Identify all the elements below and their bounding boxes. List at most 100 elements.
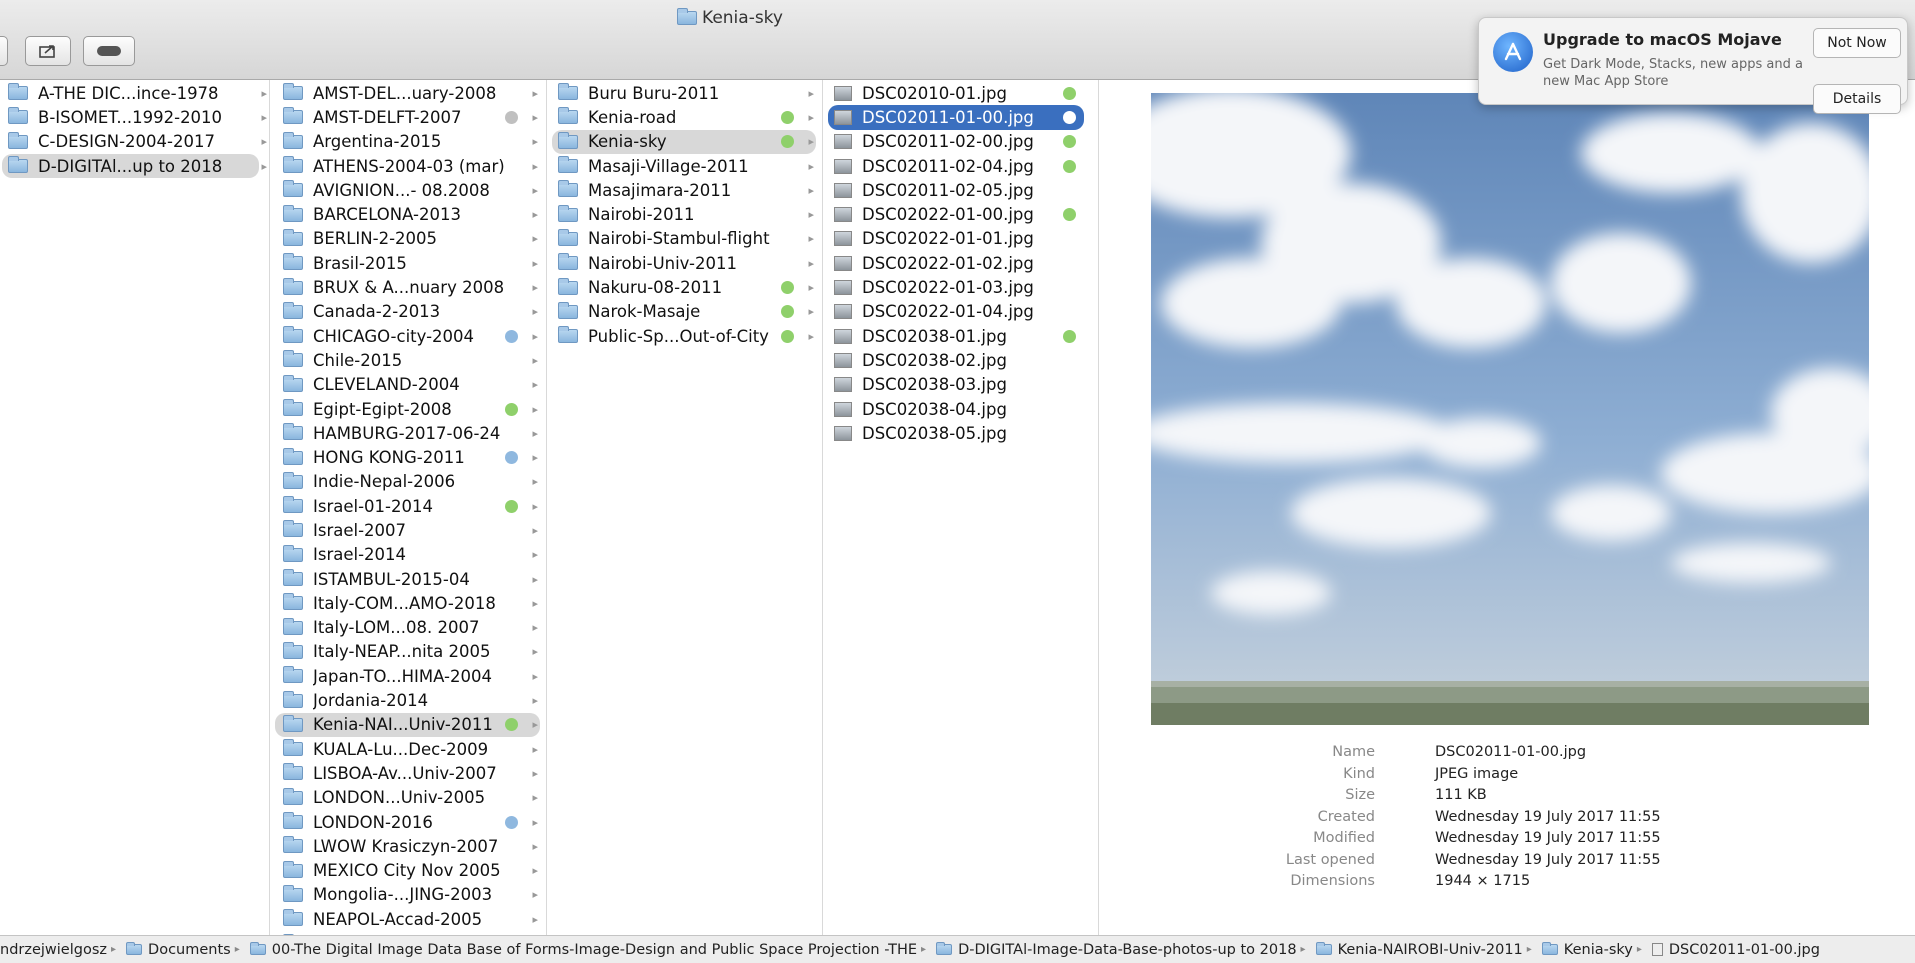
folder-row[interactable]: Nairobi-Univ-2011 ▸ bbox=[552, 251, 816, 275]
folder-row[interactable]: ISTAMBUL-2015-04 ▸ bbox=[275, 567, 540, 591]
file-row[interactable]: DSC02038-03.jpg bbox=[828, 373, 1084, 397]
file-row[interactable]: DSC02010-01.jpg bbox=[828, 81, 1084, 105]
folder-row[interactable]: Kenia-road ▸ bbox=[552, 105, 816, 129]
folder-row[interactable]: Kenia-sky ▸ bbox=[552, 129, 816, 154]
path-separator-icon: ▸ bbox=[1636, 944, 1642, 955]
path-crumb[interactable]: D-DIGITAl-Image-Data-Base-photos-up to 2… bbox=[930, 942, 1297, 958]
folder-row[interactable]: Japan-TO...HIMA-2004 ▸ bbox=[275, 664, 540, 688]
disclosure-arrow-icon: ▸ bbox=[532, 208, 538, 222]
disclosure-arrow-icon: ▸ bbox=[808, 305, 814, 319]
file-row[interactable]: DSC02022-01-00.jpg bbox=[828, 202, 1084, 226]
column-level-4[interactable]: DSC02010-01.jpg DSC02011-01-00.jpg DSC0201… bbox=[824, 80, 1099, 935]
folder-row[interactable]: Nairobi-2011 ▸ bbox=[552, 202, 816, 226]
file-row[interactable]: DSC02022-01-01.jpg bbox=[828, 227, 1084, 251]
folder-row[interactable]: A-THE DIC...ince-1978 ▸ bbox=[2, 81, 267, 105]
folder-row-label: Italy-COM...AMO-2018 bbox=[313, 593, 496, 613]
folder-row[interactable]: Masajimara-2011 ▸ bbox=[552, 178, 816, 202]
folder-icon bbox=[283, 884, 303, 902]
folder-row-label: A-THE DIC...ince-1978 bbox=[38, 83, 219, 103]
folder-row[interactable]: Indie-Nepal-2006 ▸ bbox=[275, 470, 540, 494]
folder-row-label: Israel-01-2014 bbox=[313, 496, 433, 516]
folder-row[interactable]: HAMBURG-2017-06-24 ▸ bbox=[275, 421, 540, 445]
folder-row[interactable]: Public-Sp...Out-of-City ▸ bbox=[552, 324, 816, 348]
folder-row-label: BRUX & A...nuary 2008 bbox=[313, 278, 505, 298]
path-separator-icon: ▸ bbox=[1526, 944, 1532, 955]
file-row[interactable]: DSC02038-04.jpg bbox=[828, 397, 1084, 421]
folder-row[interactable]: HONG KONG-2011 ▸ bbox=[275, 445, 540, 469]
folder-row[interactable]: Narok-Masaje ▸ bbox=[552, 300, 816, 324]
folder-row[interactable]: BARCELONA-2013 ▸ bbox=[275, 202, 540, 226]
folder-row[interactable]: CLEVELAND-2004 ▸ bbox=[275, 373, 540, 397]
folder-row[interactable]: CHICAGO-city-2004 ▸ bbox=[275, 324, 540, 348]
not-now-button[interactable]: Not Now bbox=[1813, 28, 1901, 58]
file-row[interactable]: DSC02038-05.jpg bbox=[828, 421, 1084, 445]
folder-row[interactable]: BRUX & A...nuary 2008 ▸ bbox=[275, 275, 540, 299]
file-row[interactable]: DSC02038-02.jpg bbox=[828, 348, 1084, 372]
file-row[interactable]: DSC02011-01-00.jpg bbox=[828, 105, 1084, 130]
file-row[interactable]: DSC02022-01-04.jpg bbox=[828, 300, 1084, 324]
folder-row[interactable]: Italy-NEAP...nita 2005 ▸ bbox=[275, 640, 540, 664]
folder-icon bbox=[283, 617, 303, 635]
path-crumb[interactable]: ndrzejwielgosz bbox=[0, 942, 107, 958]
disclosure-arrow-icon: ▸ bbox=[532, 353, 538, 367]
file-row[interactable]: DSC02022-01-02.jpg bbox=[828, 251, 1084, 275]
folder-row[interactable]: Mongolia-...JING-2003 ▸ bbox=[275, 883, 540, 907]
file-row[interactable]: DSC02038-01.jpg bbox=[828, 324, 1084, 348]
folder-row[interactable]: D-DIGITAl...up to 2018 ▸ bbox=[2, 153, 267, 179]
folder-row[interactable]: B-ISOMET...1992-2010 ▸ bbox=[2, 105, 267, 129]
folder-row[interactable]: LWOW Krasiczyn-2007 ▸ bbox=[275, 834, 540, 858]
folder-row[interactable]: Canada-2-2013 ▸ bbox=[275, 300, 540, 324]
folder-row[interactable]: NEAPOL-Accad-2005 ▸ bbox=[275, 907, 540, 931]
folder-row[interactable]: Israel-01-2014 ▸ bbox=[275, 494, 540, 518]
folder-row[interactable]: Masaji-Village-2011 ▸ bbox=[552, 154, 816, 178]
folder-row[interactable]: AVIGNION...- 08.2008 ▸ bbox=[275, 178, 540, 202]
path-crumb[interactable]: Documents bbox=[120, 942, 231, 958]
folder-row[interactable]: KUALA-Lu...Dec-2009 ▸ bbox=[275, 737, 540, 761]
details-button[interactable]: Details bbox=[1813, 84, 1901, 114]
file-row[interactable]: DSC02011-02-05.jpg bbox=[828, 178, 1084, 202]
path-crumb[interactable]: Kenia-sky bbox=[1536, 942, 1633, 958]
folder-row[interactable]: LONDON-2016 ▸ bbox=[275, 810, 540, 834]
file-row[interactable]: DSC02022-01-03.jpg bbox=[828, 275, 1084, 299]
folder-row[interactable]: C-DESIGN-2004-2017 ▸ bbox=[2, 130, 267, 154]
folder-row[interactable]: Italy-LOM...08. 2007 ▸ bbox=[275, 616, 540, 640]
folder-row[interactable]: LISBOA-Av...Univ-2007 ▸ bbox=[275, 761, 540, 785]
folder-row[interactable]: Israel-2014 ▸ bbox=[275, 543, 540, 567]
file-row[interactable]: DSC02011-02-00.jpg bbox=[828, 130, 1084, 154]
folder-icon bbox=[283, 739, 303, 757]
folder-row[interactable]: Israel-2007 ▸ bbox=[275, 518, 540, 542]
column-level-1[interactable]: A-THE DIC...ince-1978 ▸ B-ISOMET...1992-20… bbox=[0, 80, 270, 935]
folder-row[interactable]: MEXICO City Nov 2005 ▸ bbox=[275, 859, 540, 883]
disclosure-arrow-icon: ▸ bbox=[532, 548, 538, 562]
folder-row[interactable]: Chile-2015 ▸ bbox=[275, 348, 540, 372]
folder-icon bbox=[283, 399, 303, 416]
column-level-2[interactable]: AMST-DEL...uary-2008 ▸ AMST-DELFT-2007 ▸ Arg… bbox=[271, 80, 547, 935]
folder-row[interactable]: Buru Buru-2011 ▸ bbox=[552, 81, 816, 105]
share-button[interactable] bbox=[25, 36, 71, 66]
folder-row[interactable]: Kenia-NAI...Univ-2011 ▸ bbox=[275, 712, 540, 738]
notification-body: Get Dark Mode, Stacks, new apps and a ne… bbox=[1543, 57, 1803, 89]
column-level-3[interactable]: Buru Buru-2011 ▸ Kenia-road ▸ Kenia-sky ▸ Masa… bbox=[548, 80, 823, 935]
folder-row-label: LISBOA-Av...Univ-2007 bbox=[313, 763, 497, 783]
folder-row[interactable]: Egipt-Egipt-2008 ▸ bbox=[275, 397, 540, 421]
view-button[interactable] bbox=[0, 36, 8, 66]
folder-row[interactable]: AMST-DEL...uary-2008 ▸ bbox=[275, 81, 540, 105]
path-crumb[interactable]: DSC02011-01-00.jpg bbox=[1646, 942, 1820, 958]
folder-row[interactable]: AMST-DELFT-2007 ▸ bbox=[275, 105, 540, 129]
disclosure-arrow-icon: ▸ bbox=[532, 329, 538, 343]
folder-row[interactable]: Jordania-2014 ▸ bbox=[275, 688, 540, 712]
folder-row[interactable]: Brasil-2015 ▸ bbox=[275, 251, 540, 275]
folder-row[interactable]: LONDON...Univ-2005 ▸ bbox=[275, 786, 540, 810]
folder-row[interactable]: BERLIN-2-2005 ▸ bbox=[275, 227, 540, 251]
folder-row[interactable]: Italy-COM...AMO-2018 ▸ bbox=[275, 591, 540, 615]
folder-row[interactable]: ATHENS-2004-03 (mar) ▸ bbox=[275, 154, 540, 178]
info-key: Name bbox=[1332, 744, 1375, 760]
path-crumb[interactable]: Kenia-NAIROBI-Univ-2011 bbox=[1310, 942, 1523, 958]
folder-row[interactable]: Nairobi-Stambul-flight ▸ bbox=[552, 227, 816, 251]
tags-button[interactable] bbox=[83, 36, 135, 66]
path-crumb[interactable]: 00-The Digital Image Data Base of Forms-… bbox=[244, 942, 917, 958]
file-row[interactable]: DSC02011-02-04.jpg bbox=[828, 154, 1084, 178]
folder-row[interactable]: Nakuru-08-2011 ▸ bbox=[552, 275, 816, 299]
folder-row[interactable]: Argentina-2015 ▸ bbox=[275, 130, 540, 154]
folder-row-label: Italy-LOM...08. 2007 bbox=[313, 618, 480, 638]
